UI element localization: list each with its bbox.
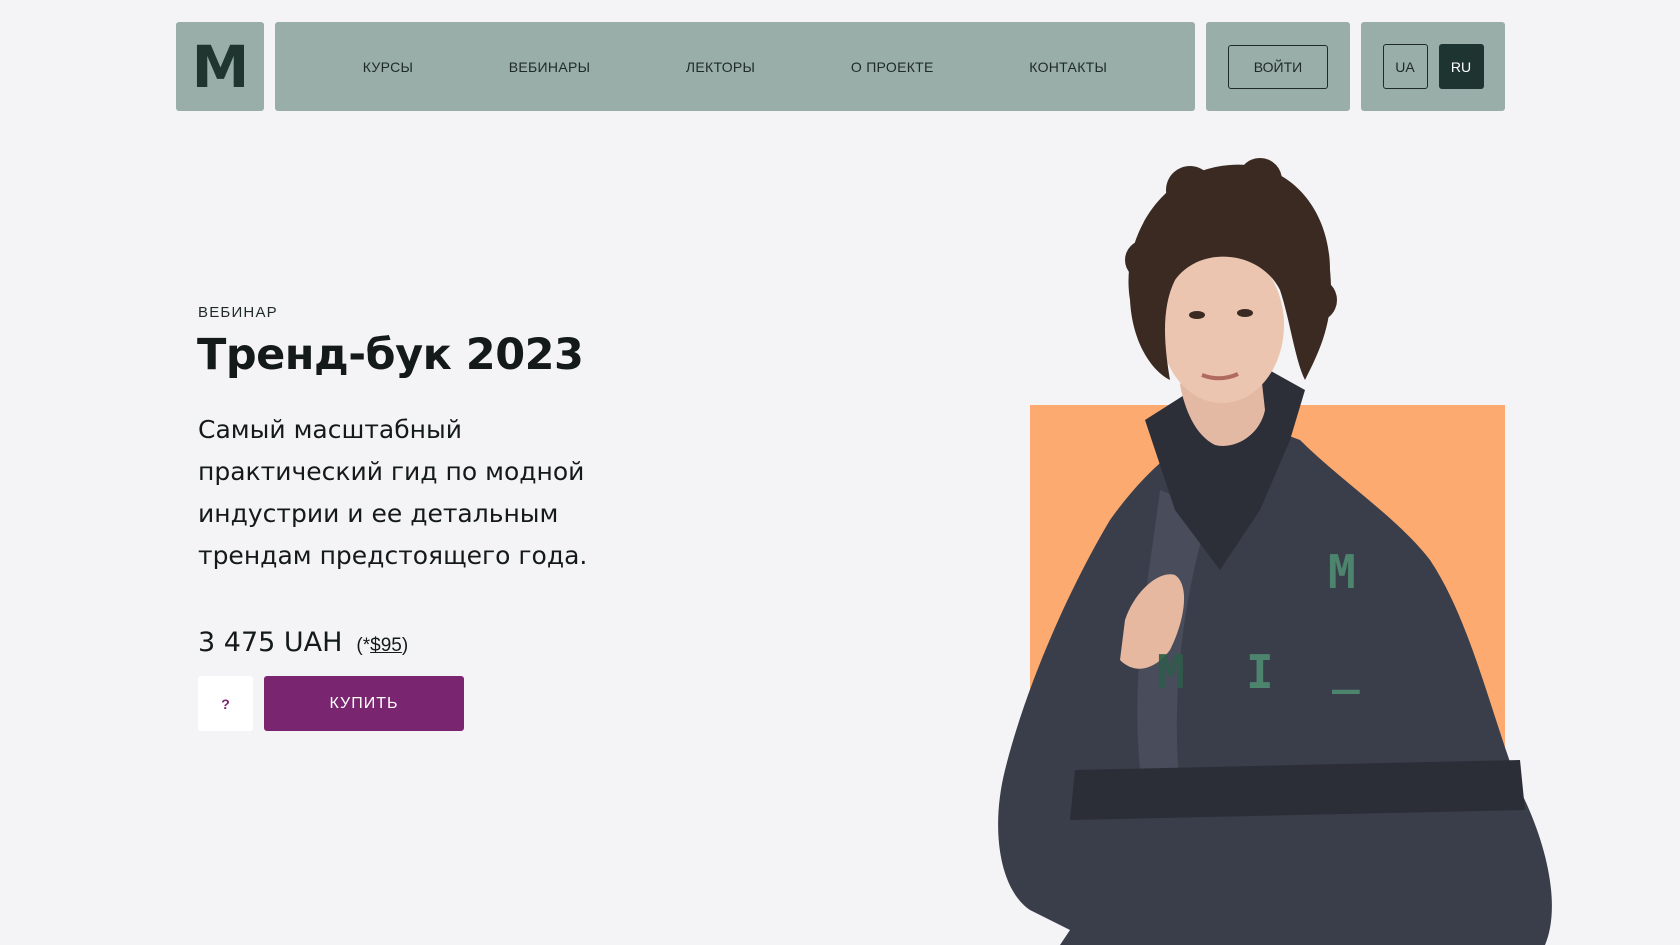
nav-item-courses[interactable]: КУРСЫ (363, 59, 413, 75)
main-nav: КУРСЫ ВЕБИНАРЫ ЛЕКТОРЫ О ПРОЕКТЕ КОНТАКТ… (275, 22, 1195, 111)
help-button[interactable]: ? (198, 676, 253, 731)
art-letter-m-top: M (1328, 545, 1356, 599)
nav-item-contacts[interactable]: КОНТАКТЫ (1029, 59, 1107, 75)
nav-item-lecturers[interactable]: ЛЕКТОРЫ (686, 59, 755, 75)
price-row: 3 475 UAH (*$95) (198, 627, 408, 658)
nav-item-about[interactable]: О ПРОЕКТЕ (851, 59, 934, 75)
price-uah: 3 475 UAH (198, 627, 343, 658)
coat-belt (1070, 760, 1525, 820)
price-usd-suffix: ) (401, 635, 409, 656)
hero-description: Самый масштабный практический гид по мод… (198, 415, 588, 570)
art-letter-m: M (1157, 645, 1185, 699)
buy-button[interactable]: КУПИТЬ (264, 676, 464, 731)
login-box: ВОЙТИ (1206, 22, 1350, 111)
lang-ua-button[interactable]: UA (1382, 44, 1428, 89)
language-switcher: UA RU (1361, 22, 1505, 111)
model-illustration (998, 158, 1552, 945)
logo[interactable]: M (192, 38, 250, 96)
logo-box[interactable]: M (176, 22, 264, 111)
price-usd-prefix: (* (356, 635, 371, 656)
nav-item-webinars[interactable]: ВЕБИНАРЫ (509, 59, 591, 75)
login-button[interactable]: ВОЙТИ (1228, 44, 1328, 89)
coat-shape (998, 425, 1552, 945)
lang-ru-button[interactable]: RU (1438, 44, 1484, 89)
price-usd: (*$95) (356, 635, 408, 657)
hero-title: Тренд-бук 2023 (197, 330, 584, 380)
price-usd-value[interactable]: $95 (370, 635, 402, 656)
art-letter-i: I (1246, 645, 1274, 699)
hero-eyebrow: ВЕБИНАР (198, 304, 278, 321)
art-letter-underscore: _ (1332, 640, 1360, 694)
hero-image: M M I _ (960, 150, 1560, 945)
